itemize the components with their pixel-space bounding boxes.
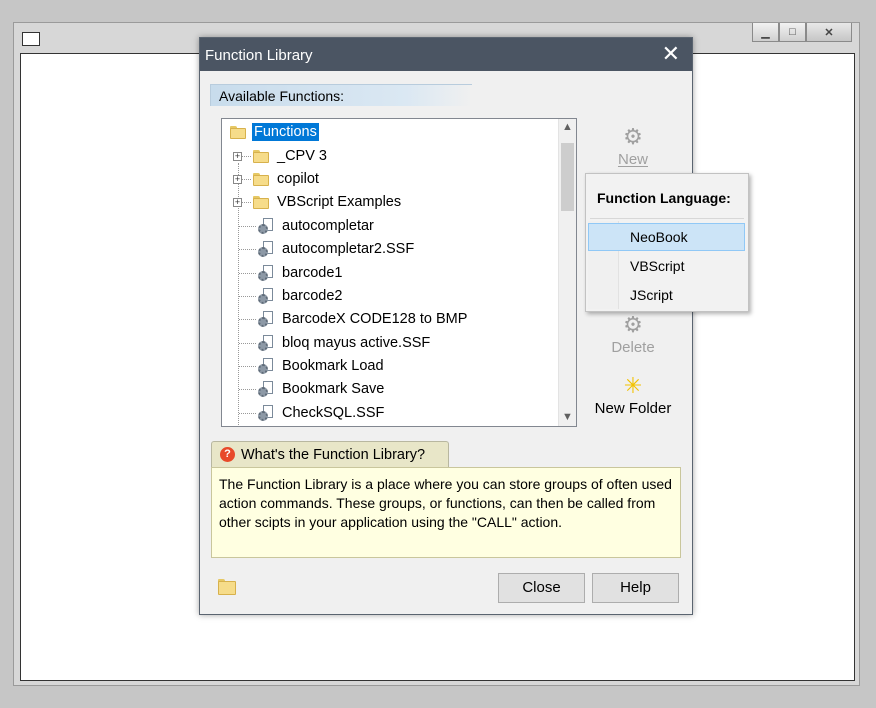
tree-connector: [242, 201, 251, 203]
folder-icon: [253, 149, 269, 163]
delete-button[interactable]: ⚙ Delete: [585, 312, 681, 357]
expand-icon[interactable]: +: [233, 197, 242, 207]
tree-item-function[interactable]: BarcodeX CODE128 to BMP: [239, 308, 469, 330]
tree-item-folder[interactable]: + copilot: [233, 168, 321, 190]
function-script-icon: [258, 265, 274, 281]
tree-item-function[interactable]: barcode1: [239, 262, 344, 284]
function-script-icon: [258, 405, 274, 421]
function-script-icon: [258, 358, 274, 374]
help-text-box: The Function Library is a place where yo…: [211, 467, 681, 558]
tree-item-label: _CPV 3: [277, 148, 327, 164]
folder-icon: [253, 195, 269, 209]
function-script-icon: [258, 381, 274, 397]
tree-item-label: autocompletar2.SSF: [282, 241, 415, 257]
new-folder-button[interactable]: ✳ New Folder: [585, 373, 681, 418]
minimize-icon[interactable]: ▁: [752, 23, 779, 42]
folder-icon: [253, 172, 269, 186]
help-tab: ? What's the Function Library?: [211, 441, 449, 467]
delete-icon: ⚙: [623, 312, 643, 337]
tree-item-label: autocompletar: [282, 218, 374, 234]
available-functions-header: Available Functions:: [210, 84, 472, 106]
function-script-icon: [258, 288, 274, 304]
scroll-down-icon[interactable]: ▼: [559, 409, 576, 426]
window-icon: [22, 32, 40, 46]
tree-scrollbar[interactable]: ▲ ▼: [558, 119, 576, 426]
tree-connector: [239, 225, 256, 227]
dialog-titlebar: Function Library ✕: [200, 38, 692, 71]
tree-connector: [239, 388, 256, 390]
tree-item-function[interactable]: barcode2: [239, 285, 344, 307]
tree-item-function[interactable]: autocompletar: [239, 215, 376, 237]
tree-item-function[interactable]: bloq mayus active.SSF: [239, 332, 432, 354]
menu-item-vbscript[interactable]: VBScript: [588, 252, 745, 280]
tree-connector: [239, 272, 256, 274]
expand-icon[interactable]: +: [233, 151, 242, 161]
function-language-menu: Function Language: NeoBook VBScript JScr…: [585, 173, 749, 312]
function-library-dialog: Function Library ✕ Available Functions: …: [199, 37, 693, 615]
tree-item-label: VBScript Examples: [277, 194, 402, 210]
new-folder-label: New Folder: [594, 400, 672, 417]
function-script-icon: [258, 335, 274, 351]
function-tree[interactable]: Functions + _CPV 3 + copilot + VBScript …: [221, 118, 577, 427]
tree-item-label: bloq mayus active.SSF: [282, 335, 431, 351]
tree-item-label: BarcodeX CODE128 to BMP: [282, 311, 468, 327]
dialog-title: Function Library: [205, 47, 313, 64]
tree-item-function[interactable]: autocompletar2.SSF: [239, 238, 416, 260]
tree-root-functions[interactable]: Functions: [230, 121, 319, 143]
tree-connector: [239, 318, 256, 320]
question-icon: ?: [220, 447, 235, 462]
tree-item-folder[interactable]: + VBScript Examples: [233, 191, 403, 213]
function-script-icon: [258, 218, 274, 234]
new-function-button[interactable]: ⚙ New: [585, 124, 681, 169]
menu-divider: [590, 218, 744, 219]
scroll-thumb[interactable]: [561, 143, 574, 211]
menu-item-neobook[interactable]: NeoBook: [588, 223, 745, 251]
tree-connector: [239, 365, 256, 367]
gear-icon: ⚙: [623, 124, 643, 149]
tree-item-label: Bookmark Save: [282, 381, 385, 397]
tree-item-label: Bookmark Load: [282, 358, 384, 374]
tree-item-label: barcode1: [282, 265, 343, 281]
tree-item-function[interactable]: Bookmark Load: [239, 355, 386, 377]
new-folder-icon: ✳: [623, 373, 643, 398]
tree-connector: [239, 248, 256, 250]
tree-connector: [239, 295, 256, 297]
caption-buttons: ▁ □ ✕: [752, 23, 852, 44]
help-button[interactable]: Help: [592, 573, 679, 603]
expand-icon[interactable]: +: [233, 174, 242, 184]
new-label: New: [617, 151, 648, 168]
status-folder-icon: [218, 579, 236, 596]
menu-item-jscript[interactable]: JScript: [588, 281, 745, 309]
menu-header: Function Language:: [597, 190, 731, 206]
folder-open-icon: [230, 125, 246, 139]
tree-connector: [242, 155, 251, 157]
function-script-icon: [258, 311, 274, 327]
function-script-icon: [258, 241, 274, 257]
dialog-close-icon[interactable]: ✕: [662, 42, 680, 66]
help-tab-label: What's the Function Library?: [241, 446, 426, 463]
tree-item-folder[interactable]: + _CPV 3: [233, 145, 329, 167]
tree-root-label: Functions: [252, 123, 319, 141]
tree-item-label: CheckSQL.SSF: [282, 405, 385, 421]
scroll-up-icon[interactable]: ▲: [559, 119, 576, 136]
close-window-icon[interactable]: ✕: [806, 23, 852, 42]
tree-item-label: barcode2: [282, 288, 343, 304]
tree-item-function[interactable]: CheckSQL.SSF: [239, 402, 386, 424]
tree-connector: [239, 342, 256, 344]
tree-connector: [242, 178, 251, 180]
maximize-icon[interactable]: □: [779, 23, 806, 42]
delete-label: Delete: [611, 339, 655, 356]
tree-connector: [239, 412, 256, 414]
tree-item-function[interactable]: Bookmark Save: [239, 378, 386, 400]
close-button[interactable]: Close: [498, 573, 585, 603]
tree-item-label: copilot: [277, 171, 319, 187]
